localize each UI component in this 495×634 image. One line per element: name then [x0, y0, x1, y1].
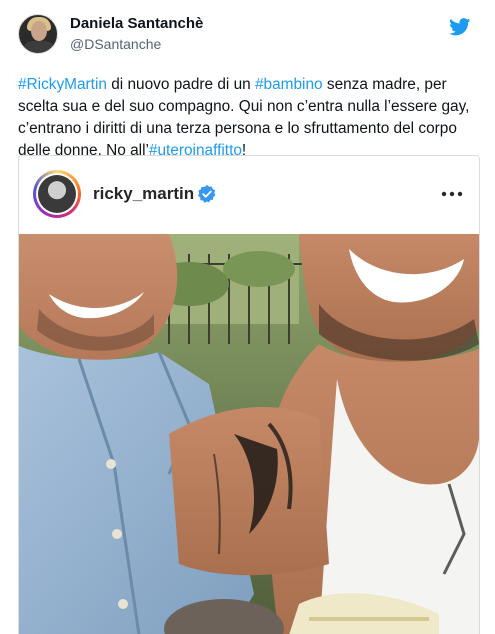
instagram-avatar[interactable]	[36, 173, 78, 215]
instagram-embed[interactable]: ricky_martin	[18, 155, 480, 634]
author-name[interactable]: Daniela Santanchè	[70, 15, 203, 32]
twitter-bird-icon[interactable]	[449, 18, 471, 36]
author-handle[interactable]: @DSantanche	[70, 36, 161, 52]
post-photo[interactable]	[19, 234, 479, 634]
verified-badge-icon	[198, 185, 216, 203]
instagram-post-header: ricky_martin	[19, 156, 479, 234]
selfie-photo-illustration	[19, 234, 479, 634]
hashtag-bambino[interactable]: #bambino	[255, 76, 323, 93]
instagram-username[interactable]: ricky_martin	[93, 184, 194, 204]
more-options-icon[interactable]	[439, 184, 465, 204]
tweet-card: Daniela Santanchè @DSantanche #RickyMart…	[0, 0, 495, 634]
tweet-text: #RickyMartin di nuovo padre di un #bambi…	[18, 74, 480, 162]
tweet-text-part: di nuovo padre di un	[106, 76, 255, 93]
hashtag-rickymartin[interactable]: #RickyMartin	[18, 76, 107, 93]
author-avatar[interactable]	[18, 14, 58, 54]
